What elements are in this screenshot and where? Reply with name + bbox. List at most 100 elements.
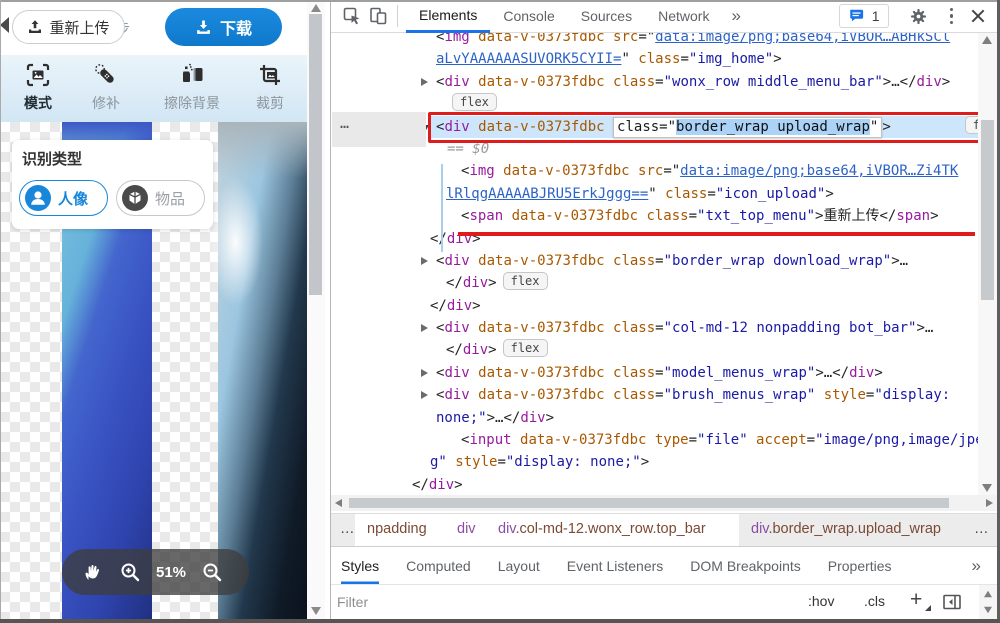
dom-tree-row[interactable]: <img data-v-0373fdbc src="data:image/png… [332, 160, 978, 182]
tab-sources[interactable]: Sources [568, 0, 645, 33]
breadcrumb-item[interactable]: npadding [367, 521, 427, 537]
download-button[interactable]: 下载 [165, 8, 282, 46]
tab-elements[interactable]: Elements [406, 0, 490, 33]
dom-tree-row[interactable]: </div> [332, 228, 978, 250]
issues-badge[interactable]: 1 [839, 4, 889, 28]
more-options-icon[interactable] [950, 8, 954, 25]
filter-input[interactable] [335, 589, 795, 615]
tab-patch[interactable]: 修补 [76, 61, 136, 119]
scrollbar-thumb[interactable] [349, 498, 949, 508]
dom-tree-row[interactable]: <div data-v-0373fdbc class="model_menus_… [332, 362, 978, 384]
scroll-down-icon[interactable] [984, 607, 992, 613]
code-token: accept [748, 432, 807, 448]
flex-badge[interactable]: flex [965, 116, 978, 134]
pan-hand-icon[interactable] [82, 561, 104, 583]
dom-tree-row[interactable]: <div data-v-0373fdbc class="border_wrap … [332, 250, 978, 272]
tab-properties[interactable]: Properties [828, 547, 892, 584]
dom-tree-row[interactable]: lRlqgAAAAABJRU5ErkJggg==" class="icon_up… [332, 183, 978, 205]
dom-tree-row[interactable]: <input data-v-0373fdbc type="file" accep… [332, 429, 978, 451]
code-token: </ [430, 231, 447, 247]
zoom-out-icon[interactable] [201, 561, 223, 583]
breadcrumb-overflow-left[interactable]: … [340, 521, 355, 537]
settings-gear-icon[interactable] [909, 7, 928, 26]
gutter-more-button[interactable]: … [332, 112, 426, 147]
expand-arrow-icon[interactable] [421, 78, 428, 86]
code-token: "image/png,image/jpe [815, 432, 978, 448]
tab-crop[interactable]: 裁剪 [240, 61, 300, 119]
more-tabs-icon[interactable]: » [972, 556, 981, 576]
dom-tree-row[interactable]: aLvYAAAAAASUVORK5CYII=" class="img_home"… [332, 48, 978, 70]
new-style-rule-dropdown-icon[interactable] [925, 605, 931, 611]
scroll-right-icon[interactable] [986, 499, 993, 507]
scroll-down-icon[interactable] [982, 484, 992, 492]
option-object[interactable]: 物品 [116, 180, 205, 216]
scroll-left-icon[interactable] [335, 499, 342, 507]
expand-arrow-icon[interactable] [421, 369, 428, 377]
breadcrumb-item[interactable]: div [457, 521, 476, 537]
scroll-down-icon[interactable] [311, 607, 321, 615]
flex-badge[interactable]: flex [503, 339, 548, 357]
breadcrumb-overflow-right[interactable]: … [974, 521, 989, 537]
dom-tree-row[interactable]: <div data-v-0373fdbc class="brush_menus_… [332, 384, 978, 406]
tab-console[interactable]: Console [490, 0, 567, 33]
dock-sidebar-icon[interactable] [942, 592, 962, 615]
flex-badge[interactable]: flex [452, 93, 497, 111]
tab-layout[interactable]: Layout [498, 547, 540, 584]
expand-arrow-icon[interactable] [421, 324, 428, 332]
new-style-rule-button[interactable]: + [910, 588, 922, 612]
code-token: = [655, 74, 663, 90]
scroll-up-icon[interactable] [311, 4, 321, 12]
dom-tree-row[interactable]: none;">…</div> [332, 407, 978, 429]
tab-event-listeners[interactable]: Event Listeners [567, 547, 664, 584]
device-toolbar-icon[interactable] [365, 3, 391, 29]
tab-mode[interactable]: 模式 [8, 61, 68, 119]
expand-arrow-icon[interactable] [421, 391, 428, 399]
toggle-class-button[interactable]: .cls [864, 593, 885, 609]
code-token: data:image/png;base64,iVBOR…Zi4TK [680, 163, 958, 179]
breadcrumb-item[interactable]: div.col-md-12.wonx_row.top_bar [498, 521, 706, 537]
breadcrumb-item-selected[interactable]: div.border_wrap.upload_wrap [751, 521, 941, 537]
dom-tree-row[interactable]: </div> [332, 474, 978, 495]
dom-tree-row[interactable]: </div> [332, 295, 978, 317]
scroll-up-icon[interactable] [984, 591, 992, 597]
option-portrait[interactable]: 人像 [19, 180, 108, 216]
inspect-element-icon[interactable] [339, 3, 365, 29]
tab-computed[interactable]: Computed [406, 547, 471, 584]
zoom-in-icon[interactable] [119, 561, 141, 583]
code-token: class [605, 320, 656, 336]
download-label: 下载 [220, 15, 252, 39]
close-icon[interactable] [969, 7, 987, 25]
code-token: > [454, 477, 462, 493]
styles-scrollbar[interactable] [979, 585, 997, 620]
expand-arrow-icon[interactable] [421, 257, 428, 265]
attribute-editor[interactable]: class="border_wrap upload_wrap" [613, 117, 882, 138]
flex-badge[interactable]: flex [503, 272, 548, 290]
dom-tree-row[interactable]: g" style="display: none;"> [332, 451, 978, 473]
code-token: "icon_upload" [716, 186, 826, 202]
tab-erase-background[interactable]: 擦除背景 [146, 61, 238, 119]
dom-tree-row[interactable]: </div>flex [332, 272, 978, 294]
tab-dom-breakpoints[interactable]: DOM Breakpoints [690, 547, 800, 584]
code-token: > [930, 208, 938, 224]
back-arrow-icon[interactable] [0, 17, 9, 33]
reupload-button[interactable]: 重新上传 [12, 10, 125, 44]
devtools-horizontal-scrollbar[interactable] [331, 495, 997, 511]
image-canvas[interactable]: 识别类型 人像 物品 [0, 122, 307, 623]
dom-tree-row[interactable]: <div data-v-0373fdbc class="wonx_row mid… [332, 71, 978, 93]
scroll-up-icon[interactable] [982, 36, 992, 44]
toggle-hover-state-button[interactable]: :hov [808, 593, 834, 609]
dom-tree-row[interactable]: <div data-v-0373fdbc class="col-md-12 no… [332, 317, 978, 339]
tab-styles[interactable]: Styles [341, 547, 379, 584]
dom-tree-row[interactable]: <img data-v-0373fdbc src="data:image/png… [332, 33, 978, 48]
dom-tree-row[interactable]: == $0 [332, 138, 978, 160]
page-scrollbar[interactable] [307, 0, 325, 623]
tab-network[interactable]: Network [645, 0, 722, 33]
dom-tree-row[interactable]: <span data-v-0373fdbc class="txt_top_men… [332, 205, 978, 227]
dom-tree-row[interactable]: </div>flex [332, 339, 978, 361]
scrollbar-thumb[interactable] [981, 120, 994, 300]
dom-tree-row[interactable]: flex [332, 93, 978, 115]
scrollbar-thumb[interactable] [309, 14, 322, 295]
more-tabs-icon[interactable]: » [722, 6, 749, 26]
devtools-vertical-scrollbar[interactable] [978, 33, 997, 495]
dom-tree-row-selected[interactable]: <div data-v-0373fdbc class="border_wrap … [332, 116, 978, 138]
